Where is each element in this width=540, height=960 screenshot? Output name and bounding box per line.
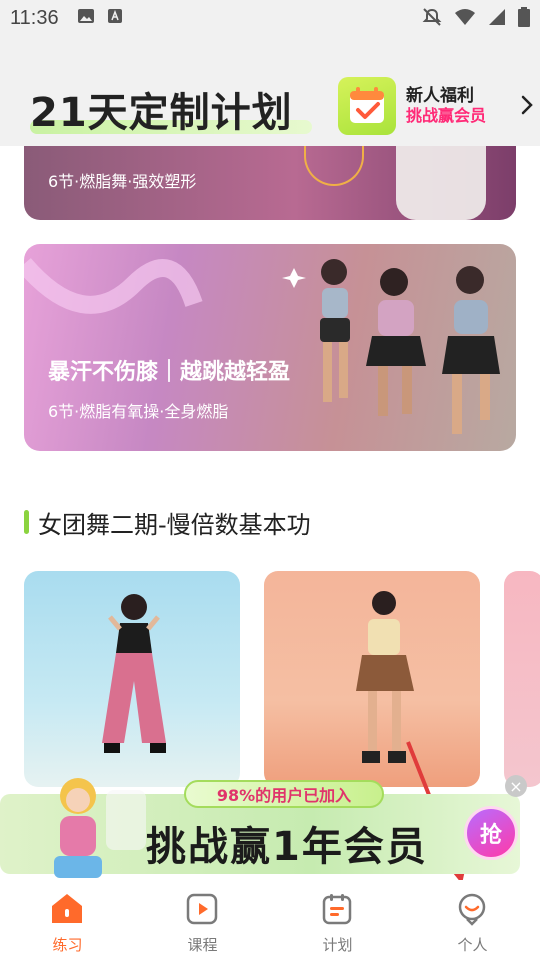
status-icons xyxy=(422,7,530,31)
banner-subtitle: 6节·燃脂舞·强效塑形 xyxy=(48,172,197,191)
signal-icon xyxy=(488,8,506,30)
nav-label: 练习 xyxy=(52,936,83,954)
promo-line-1: 新人福利 xyxy=(406,86,474,106)
banner-card-1[interactable]: 6节·燃脂舞·强效塑形 xyxy=(24,146,516,220)
nav-label: 个人 xyxy=(457,936,488,954)
banner-card-2[interactable]: 暴汗不伤膝｜越跳越轻盈 6节·燃脂有氧操·全身燃脂 xyxy=(24,244,516,451)
promo-line-2: 挑战赢会员 xyxy=(406,106,487,125)
wifi-icon xyxy=(454,8,476,30)
status-time: 11:36 xyxy=(10,6,59,29)
header: 21天定制计划 新人福利 挑战赢会员 xyxy=(0,36,540,146)
play-icon xyxy=(185,892,219,926)
close-icon[interactable]: × xyxy=(505,775,527,797)
grab-button[interactable]: 抢 xyxy=(464,806,518,860)
title-group: 21天定制计划 xyxy=(30,80,312,138)
nav-item-courses[interactable]: 课程 xyxy=(135,880,270,960)
doll-illustration xyxy=(54,778,146,878)
nav-item-plan[interactable]: 计划 xyxy=(270,880,405,960)
section-title: 女团舞二期-慢倍数基本功 xyxy=(38,511,311,539)
nav-item-practice[interactable]: 练习 xyxy=(0,880,135,960)
chevron-right-icon xyxy=(520,94,534,120)
dancer-illustration xyxy=(102,594,166,753)
practice-icon xyxy=(50,892,84,926)
profile-icon xyxy=(455,892,489,926)
battery-icon xyxy=(518,7,530,31)
nav-label: 课程 xyxy=(187,936,218,954)
ad-title: 挑战赢1年会员 xyxy=(146,824,428,870)
newbie-promo[interactable]: 新人福利 挑战赢会员 xyxy=(338,76,538,136)
app-screen: 11:36 6节·燃脂舞·强效塑形 21天定制计划 新人福利 挑战赢会员 暴汗不… xyxy=(0,0,540,960)
status-bar: 11:36 xyxy=(0,0,540,36)
promo-text: 新人福利 挑战赢会员 xyxy=(406,86,486,126)
ad-badge: 98%的用户已加入 xyxy=(184,780,384,808)
text-icon xyxy=(107,8,123,28)
section-accent-bar xyxy=(24,510,29,534)
mute-icon xyxy=(422,7,442,31)
banner-title: 暴汗不伤膝｜越跳越轻盈 xyxy=(48,360,291,385)
banner-subtitle: 6节·燃脂有氧操·全身燃脂 xyxy=(48,402,229,421)
grab-button-label: 抢 xyxy=(479,823,502,848)
calendar-check-icon xyxy=(338,77,396,135)
course-thumbnail[interactable] xyxy=(24,571,240,787)
gallery-icon xyxy=(77,8,95,28)
page-title: 21天定制计划 xyxy=(30,90,293,136)
nav-item-profile[interactable]: 个人 xyxy=(405,880,540,960)
course-thumbnail[interactable] xyxy=(504,571,540,787)
bottom-nav: 练习 课程 计划 个人 xyxy=(0,880,540,960)
nav-label: 计划 xyxy=(322,936,353,954)
ad-badge-text: 98%的用户已加入 xyxy=(216,786,352,805)
floating-ad-banner[interactable]: 98%的用户已加入 挑战赢1年会员 抢 × xyxy=(0,770,540,880)
calendar-icon xyxy=(320,892,354,926)
